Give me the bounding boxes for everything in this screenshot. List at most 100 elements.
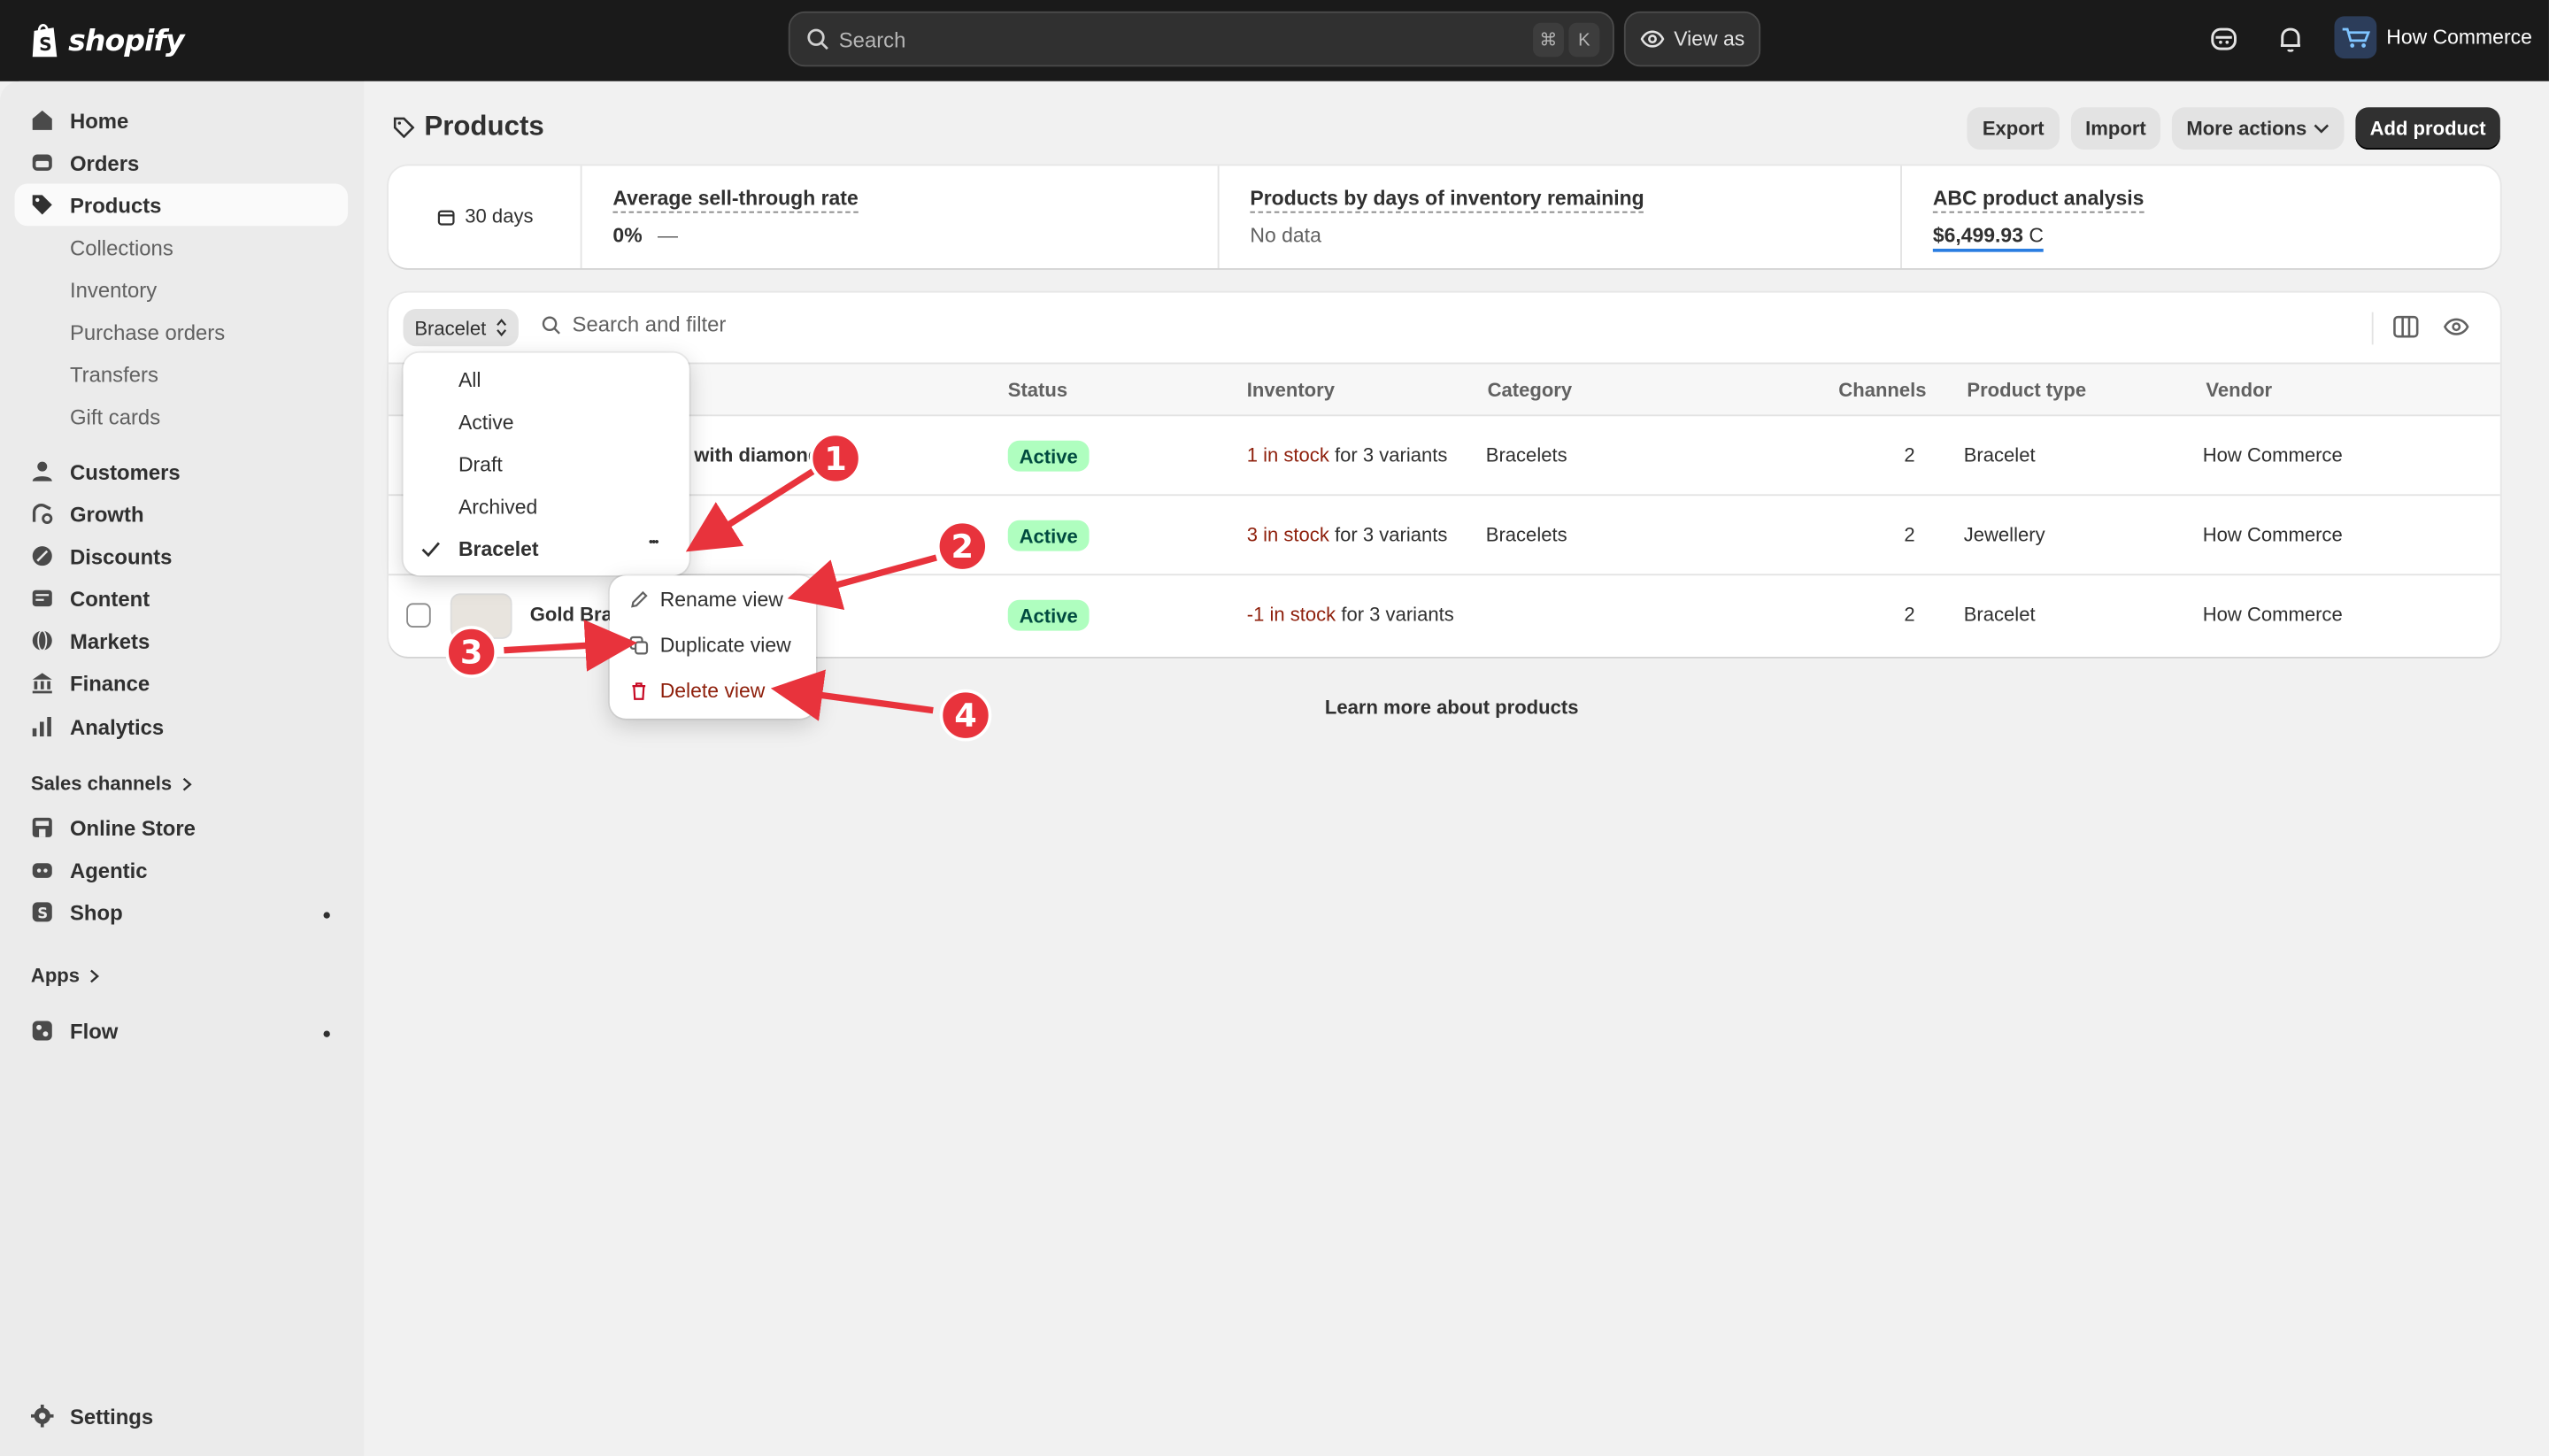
column-header-vendor[interactable]: Vendor: [2206, 379, 2272, 402]
sidebar-item-finance[interactable]: Finance: [15, 662, 349, 705]
content-icon: [32, 589, 52, 607]
search-placeholder: Search: [838, 27, 906, 51]
column-header-inventory[interactable]: Inventory: [1247, 379, 1335, 402]
date-range-label: 30 days: [465, 204, 534, 228]
orders-icon: [32, 154, 52, 171]
stock-count: 1 in stock: [1246, 443, 1329, 467]
abc-value: $6,499.93: [1932, 224, 2023, 248]
sidebar: Home Orders Products Collections Invento…: [0, 81, 365, 1456]
sales-channels-label: Sales channels: [30, 772, 173, 796]
view-option-bracelet[interactable]: Bracelet: [458, 538, 539, 561]
eye-icon[interactable]: [2442, 312, 2471, 342]
view-option-draft[interactable]: Draft: [458, 453, 503, 476]
status-badge: Active: [1007, 520, 1090, 551]
product-name[interactable]: with diamond: [694, 443, 820, 466]
sidebar-subitem-collections[interactable]: Collections: [70, 235, 173, 260]
column-header-category[interactable]: Category: [1488, 379, 1573, 402]
sales-channels-header[interactable]: Sales channels: [30, 772, 192, 796]
cart-icon: [2342, 27, 2370, 48]
columns-icon[interactable]: [2391, 312, 2421, 342]
duplicate-view-item[interactable]: Duplicate view: [629, 634, 791, 657]
bell-icon[interactable]: [2275, 23, 2307, 56]
inventory-cell: 3 in stock for 3 variants: [1247, 523, 1448, 546]
sidebar-app-flow[interactable]: Flow: [15, 1010, 349, 1052]
sidebar-channel-online-store[interactable]: Online Store: [15, 806, 349, 849]
svg-text:S: S: [39, 34, 52, 55]
analytics-bar: 30 days Average sell-through rate 0% — P…: [388, 166, 2500, 269]
column-header-status[interactable]: Status: [1008, 379, 1067, 402]
metric-sell-through-value: 0% —: [612, 224, 678, 247]
apps-header[interactable]: Apps: [31, 964, 100, 987]
date-range-picker[interactable]: 30 days: [437, 204, 533, 227]
view-as-button[interactable]: View as: [1623, 11, 1761, 67]
view-selector-tab[interactable]: Bracelet: [403, 308, 519, 347]
metric-days-inventory-title[interactable]: Products by days of inventory remaining: [1250, 187, 1644, 213]
store-icon: [32, 817, 52, 837]
sidebar-item-markets[interactable]: Markets: [15, 620, 349, 662]
sidebar-subitem-purchase-orders[interactable]: Purchase orders: [70, 320, 225, 345]
view-option-all[interactable]: All: [458, 369, 481, 392]
column-header-product-type[interactable]: Product type: [1967, 379, 2086, 402]
row-checkbox[interactable]: [406, 603, 431, 628]
product-type-cell: Bracelet: [1963, 603, 2036, 627]
rename-view-item[interactable]: Rename view: [629, 589, 783, 612]
active-view-label: Bracelet: [414, 316, 487, 339]
sidebar-item-label: Agentic: [69, 857, 148, 882]
more-actions-button[interactable]: More actions: [2171, 107, 2345, 150]
abc-grade: C: [2029, 224, 2044, 248]
duplicate-view-label: Duplicate view: [659, 634, 791, 658]
column-header-channels[interactable]: Channels: [1838, 379, 1926, 402]
sidebar-item-growth[interactable]: Growth: [15, 493, 349, 535]
table-row[interactable]: Active 3 in stock for 3 variants Bracele…: [388, 496, 2500, 576]
sidebar-item-label: Shop: [69, 899, 123, 925]
sidebar-item-label: Flow: [69, 1018, 119, 1044]
category-cell: Bracelets: [1485, 443, 1567, 467]
view-option-active[interactable]: Active: [458, 412, 514, 435]
sidekick-icon[interactable]: [2207, 23, 2240, 56]
rename-view-label: Rename view: [659, 588, 783, 612]
sidebar-item-products[interactable]: Products: [14, 183, 349, 227]
search-filter-input[interactable]: Search and filter: [542, 312, 726, 336]
chart-icon: [32, 716, 51, 737]
add-product-button[interactable]: Add product: [2355, 107, 2500, 150]
sidebar-item-label: Finance: [69, 670, 150, 696]
sidebar-item-home[interactable]: Home: [15, 99, 349, 142]
views-dropdown: All Active Draft Archived Bracelet •••: [403, 352, 689, 576]
store-menu[interactable]: How Commerce: [2334, 16, 2532, 59]
sidebar-subitem-inventory[interactable]: Inventory: [70, 278, 157, 303]
export-button[interactable]: Export: [1967, 107, 2060, 150]
learn-more-link[interactable]: Learn more about products: [1325, 696, 1579, 719]
sidebar-item-customers[interactable]: Customers: [15, 451, 349, 493]
vendor-cell: How Commerce: [2202, 603, 2343, 627]
metric-sell-through-title[interactable]: Average sell-through rate: [612, 187, 859, 213]
delete-view-label: Delete view: [659, 679, 766, 703]
view-option-archived[interactable]: Archived: [458, 496, 537, 519]
variants-count: for 3 variants: [1335, 443, 1448, 467]
metric-days-inventory-value: No data: [1250, 224, 1321, 248]
table-row[interactable]: with diamond Active 1 in stock for 3 var…: [388, 416, 2500, 497]
table-header: Status Inventory Category Channels Produ…: [388, 362, 2500, 417]
sidebar-item-label: Home: [69, 108, 129, 133]
status-badge: Active: [1007, 599, 1090, 631]
metric-abc-title[interactable]: ABC product analysis: [1932, 187, 2145, 213]
delete-view-item[interactable]: Delete view: [629, 679, 766, 703]
sidebar-item-settings[interactable]: Settings: [15, 1395, 349, 1437]
flow-icon: [32, 1021, 52, 1041]
shortcut-key: K: [1568, 22, 1600, 58]
shopify-bag-icon: S: [32, 24, 58, 58]
product-thumbnail[interactable]: [450, 593, 512, 639]
sidebar-channel-shop[interactable]: S Shop: [15, 891, 349, 934]
shopify-logo[interactable]: S shopify: [29, 19, 184, 62]
sidebar-channel-agentic[interactable]: Agentic: [15, 849, 349, 891]
sidebar-item-content[interactable]: Content: [15, 577, 349, 620]
sidebar-subitem-gift-cards[interactable]: Gift cards: [70, 404, 160, 429]
more-options-icon[interactable]: •••: [649, 535, 659, 550]
sidebar-item-analytics[interactable]: Analytics: [15, 705, 349, 748]
sidebar-item-orders[interactable]: Orders: [15, 142, 349, 184]
sidebar-item-label: Content: [69, 586, 150, 611]
global-search[interactable]: Search ⌘ K: [788, 11, 1614, 67]
sidebar-subitem-transfers[interactable]: Transfers: [70, 363, 158, 388]
sidebar-item-discounts[interactable]: Discounts: [15, 535, 349, 577]
import-button[interactable]: Import: [2070, 107, 2160, 150]
svg-text:S: S: [37, 905, 48, 922]
